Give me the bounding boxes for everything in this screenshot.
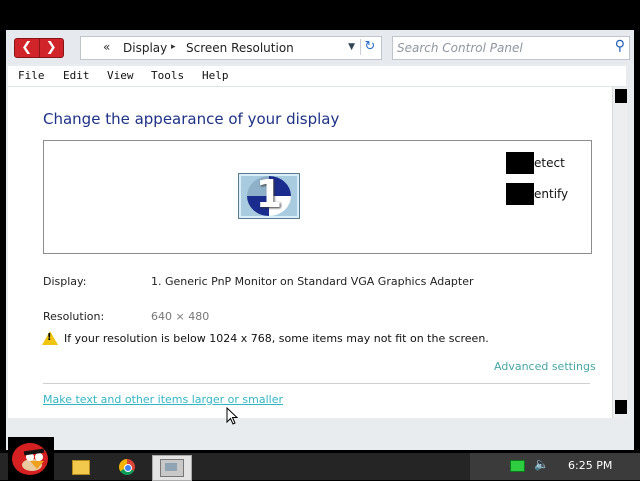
bird-beak xyxy=(30,461,44,469)
advanced-settings-link[interactable]: Advanced settings xyxy=(494,360,596,373)
identify-label: entify xyxy=(534,187,569,201)
address-bar[interactable]: « Display ▸ Screen Resolution ▼ ↻ xyxy=(80,36,382,60)
forward-arrow-icon[interactable]: ❯ xyxy=(38,39,64,57)
breadcrumb-display[interactable]: Display xyxy=(123,41,167,55)
back-arrow-icon[interactable]: ❮ xyxy=(15,39,39,57)
screen-resolution-window: ❮ ❯ « Display ▸ Screen Resolution ▼ ↻ Se… xyxy=(6,30,634,450)
display-select[interactable]: 1. Generic PnP Monitor on Standard VGA G… xyxy=(151,275,474,288)
monitor-arrangement-area: 1 etect entify xyxy=(43,140,592,254)
page-title: Change the appearance of your display xyxy=(43,110,340,128)
scroll-up-button[interactable] xyxy=(615,89,627,103)
display-label: Display: xyxy=(43,275,87,288)
search-placeholder[interactable]: Search Control Panel xyxy=(397,41,523,55)
search-icon[interactable]: ⚲ xyxy=(615,38,625,54)
address-row: ❮ ❯ « Display ▸ Screen Resolution ▼ ↻ Se… xyxy=(6,30,634,64)
content-pane: Change the appearance of your display 1 … xyxy=(8,87,612,418)
identify-button[interactable]: entify xyxy=(506,183,568,205)
volume-icon[interactable]: 🔈 xyxy=(534,457,549,471)
search-box[interactable]: Search Control Panel ⚲ xyxy=(392,36,630,60)
control-panel-button[interactable] xyxy=(152,455,192,481)
file-explorer-icon xyxy=(72,459,90,475)
identify-button-redaction xyxy=(506,183,534,205)
breadcrumb-separator-icon[interactable]: ▸ xyxy=(171,42,176,52)
divider xyxy=(43,383,590,384)
chrome-button[interactable] xyxy=(108,455,146,479)
warning-icon-mark: ! xyxy=(47,332,52,343)
monitor-1-tile[interactable]: 1 xyxy=(238,173,300,219)
resolution-select[interactable]: 640 × 480 xyxy=(151,310,209,323)
menu-help[interactable]: Help xyxy=(202,69,229,82)
file-explorer-button[interactable] xyxy=(62,455,100,479)
text-size-link[interactable]: Make text and other items larger or smal… xyxy=(43,393,283,406)
detect-label: etect xyxy=(534,156,565,170)
address-dropdown-icon[interactable]: ▼ xyxy=(348,42,355,52)
mouse-cursor-icon xyxy=(226,407,238,425)
system-tray: 🔈 6:25 PM xyxy=(470,453,640,480)
taskbar: 🔈 6:25 PM xyxy=(0,437,640,481)
navigation-buttons: ❮ ❯ xyxy=(14,38,64,58)
warning-text: If your resolution is below 1024 x 768, … xyxy=(64,332,489,345)
menu-file[interactable]: File xyxy=(18,69,45,82)
menu-tools[interactable]: Tools xyxy=(151,69,184,82)
menu-bar: File Edit View Tools Help xyxy=(8,66,626,87)
detect-button[interactable]: etect xyxy=(506,152,565,174)
bird-eye-right xyxy=(35,453,43,461)
scroll-down-button[interactable] xyxy=(615,400,627,414)
monitor-number: 1 xyxy=(255,173,283,216)
breadcrumb-screen-resolution[interactable]: Screen Resolution xyxy=(186,41,294,55)
menu-edit[interactable]: Edit xyxy=(63,69,90,82)
vertical-scrollbar[interactable] xyxy=(612,87,627,418)
detect-button-redaction xyxy=(506,152,534,174)
chrome-icon xyxy=(119,459,135,475)
overflow-chevron-icon[interactable]: « xyxy=(103,40,110,54)
resolution-label: Resolution: xyxy=(43,310,105,323)
angry-bird-start-icon[interactable] xyxy=(8,437,54,481)
control-panel-icon xyxy=(160,459,184,477)
network-icon[interactable] xyxy=(510,460,525,472)
refresh-icon[interactable]: ↻ xyxy=(360,39,379,55)
menu-view[interactable]: View xyxy=(107,69,134,82)
clock[interactable]: 6:25 PM xyxy=(568,459,612,472)
